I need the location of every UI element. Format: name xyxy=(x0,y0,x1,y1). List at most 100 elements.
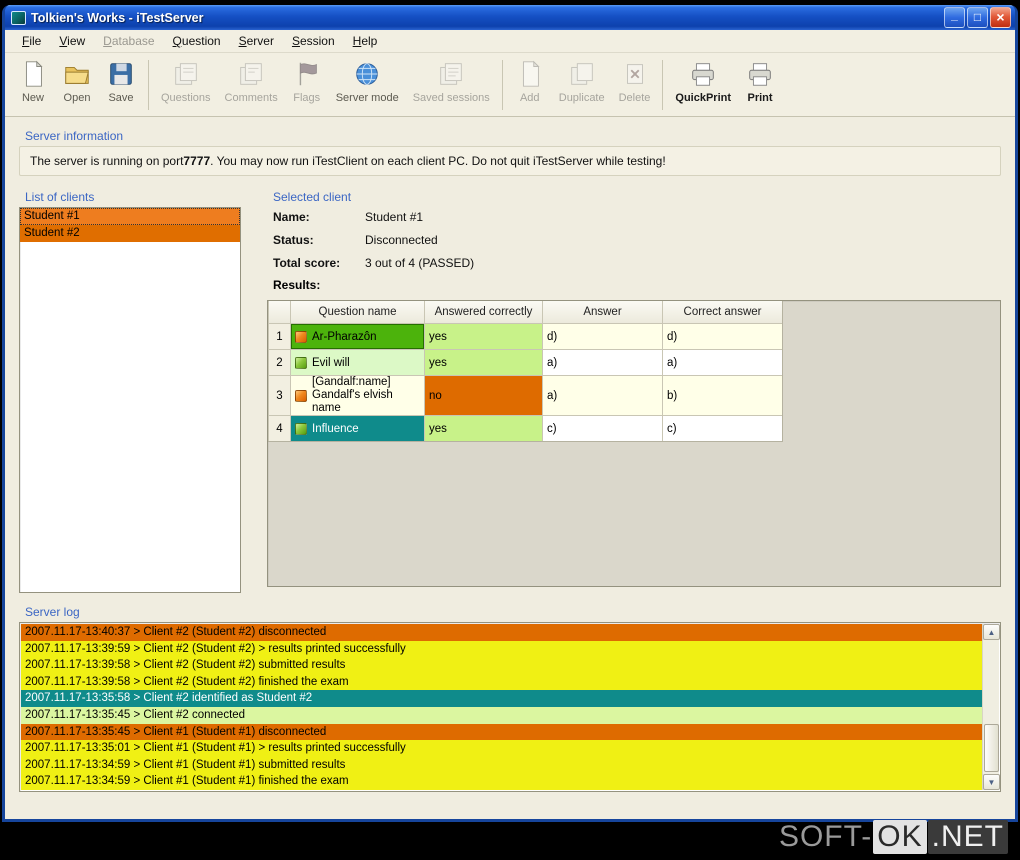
scroll-up-icon[interactable]: ▲ xyxy=(983,624,1000,640)
log-entry[interactable]: 2007.11.17-13:39:58 > Client #2 (Student… xyxy=(21,673,982,691)
scroll-down-icon[interactable]: ▼ xyxy=(983,774,1000,790)
save-icon xyxy=(110,63,132,85)
delete-icon xyxy=(626,64,643,84)
status-value: Disconnected xyxy=(365,233,438,247)
server-info-text-post: . You may now run iTestClient on each cl… xyxy=(210,154,666,168)
questions-button[interactable]: Questions xyxy=(154,56,218,114)
clients-listbox[interactable]: Student #1 Student #2 xyxy=(19,207,241,593)
server-log-list: 2007.11.17-13:40:37 > Client #2 (Student… xyxy=(21,624,982,790)
log-entry[interactable]: 2007.11.17-13:35:58 > Client #2 identifi… xyxy=(21,690,982,707)
log-entry[interactable]: 2007.11.17-13:40:37 > Client #2 (Student… xyxy=(21,624,982,641)
titlebar[interactable]: Tolkien's Works - iTestServer _ □ × xyxy=(5,5,1015,30)
client-list-item[interactable]: Student #1 xyxy=(20,208,240,225)
watermark-part1: SOFT- xyxy=(778,820,873,853)
log-entry[interactable]: 2007.11.17-13:35:45 > Client #1 (Student… xyxy=(21,723,982,741)
results-header-answered[interactable]: Answered correctly xyxy=(424,301,542,323)
saved-sessions-icon xyxy=(440,63,462,85)
answered-correctly-cell[interactable]: no xyxy=(424,375,542,415)
menu-server[interactable]: Server xyxy=(230,31,283,51)
correct-answer-cell[interactable]: d) xyxy=(662,323,782,349)
answer-cell[interactable]: a) xyxy=(542,349,662,375)
print-button[interactable]: Print xyxy=(738,56,782,114)
server-log-box: 2007.11.17-13:40:37 > Client #2 (Student… xyxy=(19,622,1001,792)
menubar: File View Database Question Server Sessi… xyxy=(5,30,1015,53)
watermark-part3: .NET xyxy=(927,820,1008,854)
soft-ok-watermark: SOFT- OK .NET xyxy=(779,820,1008,854)
toolbar-separator xyxy=(501,60,503,110)
toolbar-separator xyxy=(662,60,664,110)
content-area: Server information The server is running… xyxy=(5,117,1015,792)
selected-client-panel: Selected client Name: Student #1 Status:… xyxy=(267,186,1001,593)
menu-session[interactable]: Session xyxy=(283,31,344,51)
clients-panel: List of clients Student #1 Student #2 xyxy=(19,186,243,593)
maximize-button[interactable]: □ xyxy=(967,7,988,28)
client-list-item[interactable]: Student #2 xyxy=(20,225,240,242)
menu-file[interactable]: File xyxy=(13,31,50,51)
menu-help[interactable]: Help xyxy=(344,31,387,51)
new-button[interactable]: New xyxy=(11,56,55,114)
row-number: 2 xyxy=(268,349,290,375)
window-title: Tolkien's Works - iTestServer xyxy=(31,10,204,25)
server-port: 7777 xyxy=(183,154,211,168)
close-button[interactable]: × xyxy=(990,7,1011,28)
log-entry[interactable]: 2007.11.17-13:35:45 > Client #2 connecte… xyxy=(21,706,982,724)
question-name-cell[interactable]: Ar-Pharazôn xyxy=(290,323,424,349)
correct-answer-cell[interactable]: b) xyxy=(662,375,782,415)
add-icon xyxy=(522,60,540,87)
question-name-cell[interactable]: Influence xyxy=(290,415,424,441)
comments-button[interactable]: Comments xyxy=(218,56,285,114)
delete-button[interactable]: Delete xyxy=(612,56,658,114)
scrollbar-thumb[interactable] xyxy=(984,724,999,772)
server-mode-button[interactable]: Server mode xyxy=(329,56,406,114)
results-header-question[interactable]: Question name xyxy=(290,301,424,323)
menu-question[interactable]: Question xyxy=(164,31,230,51)
log-entry[interactable]: 2007.11.17-13:35:01 > Client #1 (Student… xyxy=(21,740,982,757)
add-button[interactable]: Add xyxy=(508,56,552,114)
log-entry[interactable]: 2007.11.17-13:39:58 > Client #2 (Student… xyxy=(21,657,982,674)
flags-button[interactable]: Flags xyxy=(285,56,329,114)
results-header-answer[interactable]: Answer xyxy=(542,301,662,323)
answer-cell[interactable]: a) xyxy=(542,375,662,415)
results-table: Question name Answered correctly Answer … xyxy=(268,301,783,442)
menu-view[interactable]: View xyxy=(50,31,94,51)
open-button[interactable]: Open xyxy=(55,56,99,114)
app-window: Tolkien's Works - iTestServer _ □ × File… xyxy=(2,5,1018,822)
orange-tag-icon xyxy=(295,389,307,402)
new-document-icon xyxy=(25,60,43,87)
correct-answer-cell[interactable]: c) xyxy=(662,415,782,441)
correct-answer-cell[interactable]: a) xyxy=(662,349,782,375)
log-scrollbar[interactable]: ▲ ▼ xyxy=(982,624,1000,790)
toolbar-separator xyxy=(148,60,149,110)
log-entry[interactable]: 2007.11.17-13:34:59 > Client #1 (Student… xyxy=(21,773,982,790)
question-name: [Gandalf:name] Gandalf's elvish name xyxy=(312,376,393,414)
name-label: Name: xyxy=(273,210,310,224)
quickprint-button[interactable]: QuickPrint xyxy=(668,56,738,114)
saved-sessions-button[interactable]: Saved sessions xyxy=(406,56,497,114)
orange-tag-icon xyxy=(295,330,307,343)
print-icon xyxy=(749,63,771,86)
menu-database[interactable]: Database xyxy=(94,31,163,51)
question-name-cell[interactable]: [Gandalf:name] Gandalf's elvish name xyxy=(290,375,424,415)
results-header-correct[interactable]: Correct answer xyxy=(662,301,782,323)
minimize-button[interactable]: _ xyxy=(944,7,965,28)
quickprint-icon xyxy=(692,63,714,86)
question-name: Evil will xyxy=(312,356,350,369)
row-number: 1 xyxy=(268,323,290,349)
log-entry[interactable]: 2007.11.17-13:34:59 > Client #1 (Student… xyxy=(21,756,982,774)
duplicate-icon xyxy=(570,63,593,85)
answered-correctly-cell[interactable]: yes xyxy=(424,323,542,349)
watermark-part2: OK xyxy=(873,820,927,854)
answer-cell[interactable]: d) xyxy=(542,323,662,349)
log-entry[interactable]: 2007.11.17-13:39:59 > Client #2 (Student… xyxy=(21,640,982,658)
flags-icon xyxy=(299,62,317,86)
question-name-cell[interactable]: Evil will xyxy=(290,349,424,375)
selected-client-heading: Selected client xyxy=(273,190,352,204)
answer-cell[interactable]: c) xyxy=(542,415,662,441)
answered-correctly-cell[interactable]: yes xyxy=(424,415,542,441)
status-label: Status: xyxy=(273,233,314,247)
save-button[interactable]: Save xyxy=(99,56,143,114)
answered-correctly-cell[interactable]: yes xyxy=(424,349,542,375)
list-of-clients-heading: List of clients xyxy=(25,190,95,204)
green-tag-icon xyxy=(295,356,307,369)
duplicate-button[interactable]: Duplicate xyxy=(552,56,612,114)
